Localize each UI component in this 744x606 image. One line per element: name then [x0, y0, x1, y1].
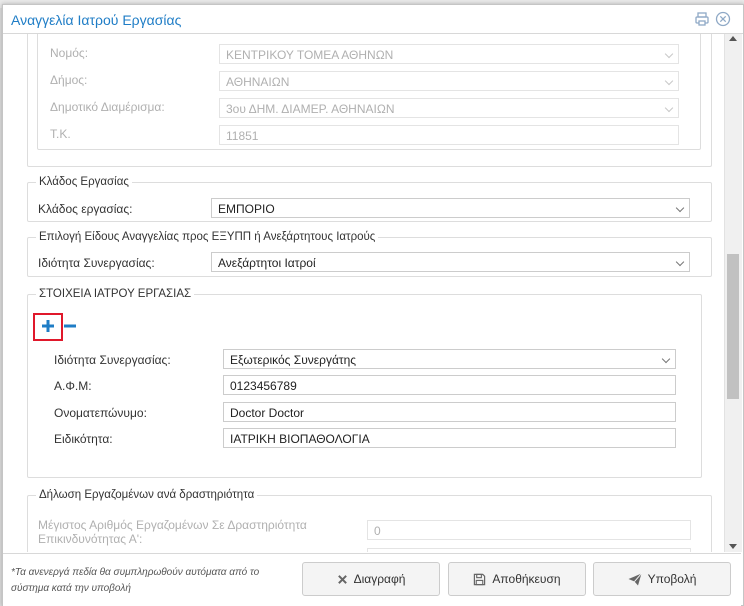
max-employees-value: 0: [374, 524, 381, 538]
chevron-down-icon: [675, 203, 685, 213]
cooperation-label: Ιδιότητα Συνεργασίας:: [54, 353, 171, 367]
afm-value: 0123456789: [230, 379, 297, 393]
doctor-legend: ΣΤΟΙΧΕΙΑ ΙΑΤΡΟΥ ΕΡΓΑΣΙΑΣ: [39, 288, 192, 300]
specialty-label: Ειδικότητα:: [54, 432, 113, 446]
cooperation-value: Εξωτερικός Συνεργάτης: [230, 353, 357, 367]
sector-legend: Κλάδος Εργασίας: [39, 176, 129, 188]
second-employees-field[interactable]: [367, 548, 691, 552]
inactive-fields-note: *Τα ανενεργά πεδία θα συμπληρωθούν αυτόμ…: [11, 567, 260, 594]
fullname-value: Doctor Doctor: [230, 406, 305, 420]
fullname-input[interactable]: Doctor Doctor: [223, 402, 676, 422]
times-icon: [337, 574, 347, 584]
print-icon[interactable]: [694, 11, 710, 27]
sector-value: ΕΜΠΟΡΙΟ: [218, 202, 275, 216]
specialty-value: ΙΑΤΡΙΚΗ ΒΙΟΠΑΘΟΛΟΓΙΑ: [230, 432, 370, 446]
dialog-title: Αναγγελία Ιατρού Εργασίας: [11, 12, 182, 28]
fullname-label: Ονοματεπώνυμο:: [54, 406, 147, 420]
afm-label: Α.Φ.Μ:: [54, 379, 92, 393]
dialog-footer: *Τα ανενεργά πεδία θα συμπληρωθούν αυτόμ…: [3, 553, 741, 606]
chevron-down-icon: [661, 354, 671, 364]
outer-section-border: [27, 34, 712, 167]
dialog-content: Νομός: ΚΕΝΤΡΙΚΟΥ ΤΟΜΕΑ ΑΘΗΝΩΝ Δήμος: ΑΘΗ…: [3, 34, 723, 552]
chevron-down-icon: [675, 257, 685, 267]
announcement-type-select[interactable]: Ανεξάρτητοι Ιατροί: [211, 252, 690, 272]
cooperation-select[interactable]: Εξωτερικός Συνεργάτης: [223, 349, 676, 369]
delete-button-label: Διαγραφή: [353, 572, 406, 586]
close-icon[interactable]: [715, 11, 731, 27]
announcement-dialog: Αναγγελία Ιατρού Εργασίας Νομός: ΚΕΝΤΡΙΚ…: [2, 4, 744, 606]
remove-doctor-icon[interactable]: [63, 318, 77, 334]
save-button-label: Αποθήκευση: [492, 572, 561, 586]
announcement-type-value: Ανεξάρτητοι Ιατροί: [218, 256, 316, 270]
specialty-input[interactable]: ΙΑΤΡΙΚΗ ΒΙΟΠΑΘΟΛΟΓΙΑ: [223, 428, 676, 448]
content-scrollbar[interactable]: [724, 34, 742, 552]
sector-label: Κλάδος εργασίας:: [38, 202, 133, 216]
add-doctor-icon[interactable]: [40, 318, 56, 334]
submit-button-label: Υποβολή: [647, 572, 697, 586]
announcement-type-legend: Επιλογή Είδους Αναγγελίας προς ΕΞΥΠΠ ή Α…: [39, 231, 376, 243]
submit-button[interactable]: Υποβολή: [593, 562, 731, 596]
scroll-down-icon[interactable]: [729, 544, 737, 549]
sector-select[interactable]: ΕΜΠΟΡΙΟ: [211, 198, 690, 218]
floppy-disk-icon: [474, 573, 486, 585]
employees-legend: Δήλωση Εργαζομένων ανά δραστηριότητα: [39, 489, 255, 501]
save-button[interactable]: Αποθήκευση: [448, 562, 586, 596]
scrollbar-thumb[interactable]: [727, 254, 739, 399]
max-employees-field[interactable]: 0: [367, 520, 691, 540]
max-employees-label: Μέγιστος Αριθμός Εργαζομένων Σε Δραστηρι…: [38, 518, 307, 546]
paper-plane-icon: [628, 572, 642, 585]
scroll-up-icon[interactable]: [729, 36, 737, 41]
dialog-titlebar: Αναγγελία Ιατρού Εργασίας: [3, 5, 743, 34]
delete-button[interactable]: Διαγραφή: [302, 562, 440, 596]
announcement-type-label: Ιδιότητα Συνεργασίας:: [38, 256, 155, 270]
afm-input[interactable]: 0123456789: [223, 375, 676, 395]
